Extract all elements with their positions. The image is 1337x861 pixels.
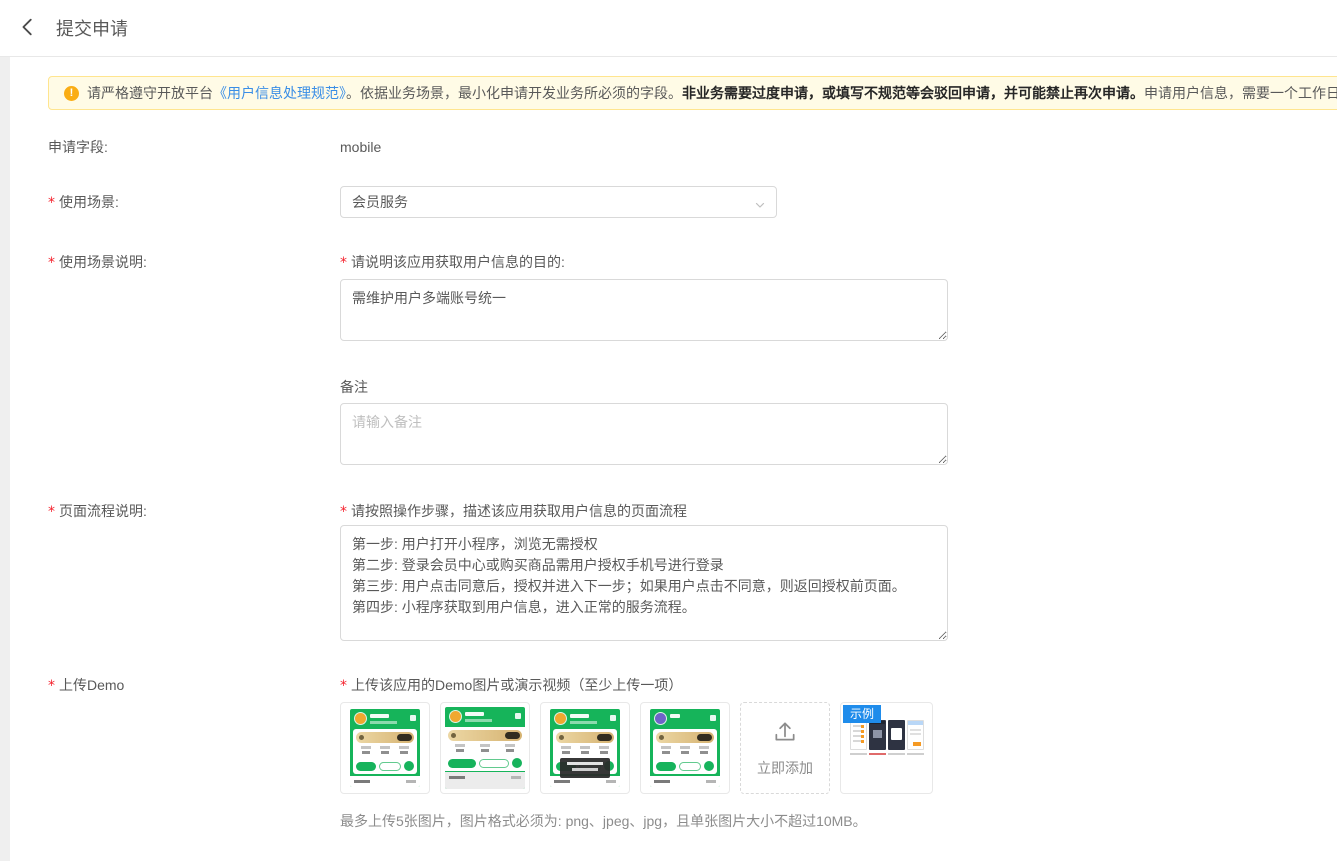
page-flow-label: *页面流程说明: bbox=[48, 501, 340, 522]
notice-banner: ! 请严格遵守开放平台《用户信息处理规范》。依据业务场景，最小化申请开发业务所必… bbox=[48, 76, 1337, 110]
scene-select[interactable]: 会员服务 bbox=[340, 186, 777, 218]
field-value: mobile bbox=[340, 137, 381, 157]
miniapp-screenshot bbox=[445, 707, 525, 789]
upload-sub-label: *上传该应用的Demo图片或演示视频（至少上传一项） bbox=[340, 675, 933, 696]
form-row-page-flow: *页面流程说明: *请按照操作步骤，描述该应用获取用户信息的页面流程 第一步: … bbox=[48, 501, 1337, 641]
field-label: 申请字段: bbox=[48, 137, 340, 157]
content-panel: ! 请严格遵守开放平台《用户信息处理规范》。依据业务场景，最小化申请开发业务所必… bbox=[10, 57, 1337, 861]
example-badge: 示例 bbox=[843, 705, 881, 723]
remark-textarea[interactable] bbox=[340, 403, 948, 465]
scene-select-value: 会员服务 bbox=[352, 192, 408, 212]
warning-icon: ! bbox=[64, 86, 79, 101]
back-button[interactable] bbox=[12, 12, 44, 44]
add-image-button[interactable]: 立即添加 bbox=[740, 702, 830, 794]
scene-label: *使用场景: bbox=[48, 186, 340, 213]
uploaded-image-thumbnail[interactable] bbox=[540, 702, 630, 794]
miniapp-screenshot bbox=[350, 709, 420, 787]
upload-demo-label: *上传Demo bbox=[48, 675, 340, 696]
uploaded-image-thumbnail[interactable] bbox=[440, 702, 530, 794]
notice-text: 请严格遵守开放平台《用户信息处理规范》。依据业务场景，最小化申请开发业务所必须的… bbox=[87, 83, 1337, 103]
page-title: 提交申请 bbox=[56, 15, 128, 41]
chevron-down-icon bbox=[754, 196, 766, 216]
page-header: 提交申请 bbox=[0, 0, 1337, 57]
page-flow-textarea[interactable]: 第一步: 用户打开小程序，浏览无需授权 第二步: 登录会员中心或购买商品需用户授… bbox=[340, 525, 948, 641]
uploaded-image-thumbnail[interactable] bbox=[340, 702, 430, 794]
example-image bbox=[850, 720, 924, 755]
user-info-spec-link[interactable]: 《用户信息处理规范》 bbox=[213, 85, 346, 101]
example-thumbnail[interactable]: 示例 bbox=[840, 702, 933, 794]
upload-hint: 最多上传5张图片，图片格式必须为: png、jpeg、jpg，且单张图片大小不超… bbox=[340, 811, 933, 831]
upload-thumbnail-list: 立即添加 示例 bbox=[340, 702, 933, 794]
scene-desc-label: *使用场景说明: bbox=[48, 252, 340, 273]
form-row-scene: *使用场景: 会员服务 bbox=[48, 186, 1337, 218]
remark-label: 备注 bbox=[340, 377, 948, 397]
page-flow-sub-label: *请按照操作步骤，描述该应用获取用户信息的页面流程 bbox=[340, 501, 948, 522]
add-image-label: 立即添加 bbox=[757, 758, 813, 778]
miniapp-screenshot bbox=[650, 709, 720, 787]
miniapp-screenshot bbox=[550, 709, 620, 787]
uploaded-image-thumbnail[interactable] bbox=[640, 702, 730, 794]
remark-group: 备注 bbox=[340, 377, 948, 465]
form-row-field: 申请字段: mobile bbox=[48, 137, 1337, 157]
form-row-upload-demo: *上传Demo *上传该应用的Demo图片或演示视频（至少上传一项） bbox=[48, 675, 1337, 831]
chevron-left-icon bbox=[17, 16, 39, 41]
form-row-scene-desc: *使用场景说明: *请说明该应用获取用户信息的目的: 需维护用户多端账号统一 备… bbox=[48, 252, 1337, 465]
purpose-textarea[interactable]: 需维护用户多端账号统一 bbox=[340, 279, 948, 341]
upload-icon bbox=[772, 719, 798, 750]
purpose-sub-label: *请说明该应用获取用户信息的目的: bbox=[340, 252, 948, 273]
